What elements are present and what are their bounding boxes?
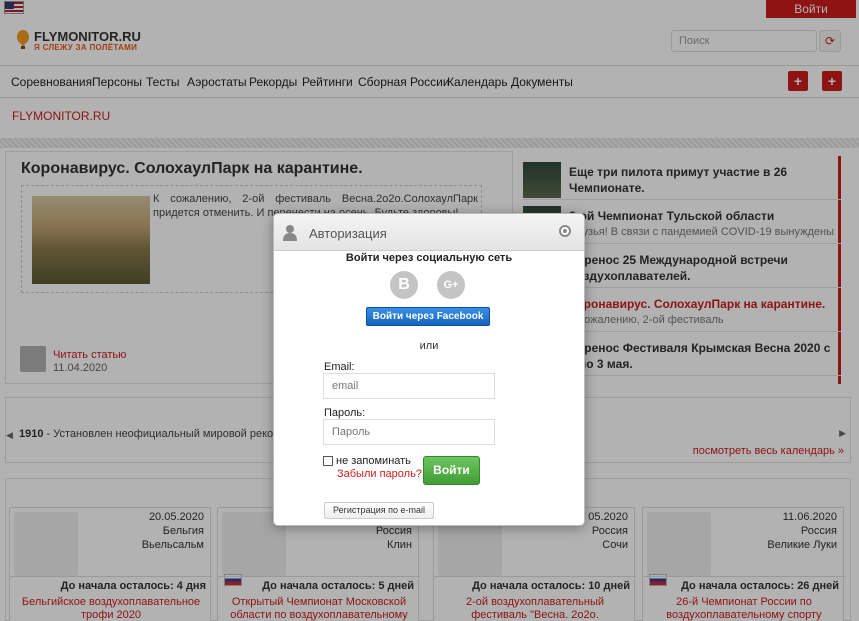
close-icon[interactable] <box>559 225 571 237</box>
google-plus-login-icon[interactable]: G+ <box>437 271 465 299</box>
vk-login-icon[interactable]: B <box>390 271 418 299</box>
modal-header: Авторизация <box>274 214 584 251</box>
password-label: Пароль: <box>324 407 366 419</box>
remember-checkbox[interactable] <box>323 456 333 466</box>
or-separator: или <box>419 340 439 352</box>
forgot-password-link[interactable]: Забыли пароль? <box>337 468 422 480</box>
social-login-title: Войти через социальную сеть <box>345 252 513 264</box>
auth-modal: Авторизация Войти через социальную сеть … <box>273 213 585 526</box>
email-field[interactable]: email <box>323 373 495 399</box>
email-label: Email: <box>324 361 355 373</box>
submit-login-button[interactable]: Войти <box>423 456 480 485</box>
register-email-button[interactable]: Регистрация по e-mail <box>324 502 434 519</box>
remember-label[interactable]: не запоминать <box>336 455 411 467</box>
password-field[interactable]: Пароль <box>323 419 495 445</box>
user-icon <box>283 225 297 241</box>
facebook-login-button[interactable]: Войти через Facebook <box>366 307 490 326</box>
modal-title: Авторизация <box>309 226 387 241</box>
